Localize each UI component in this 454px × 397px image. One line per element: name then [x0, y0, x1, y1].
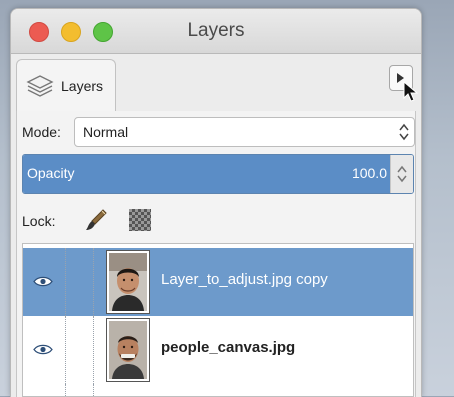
- opacity-value: 100.0: [351, 165, 387, 181]
- alpha-checkerboard-icon[interactable]: [129, 209, 151, 231]
- chain-separator: [65, 384, 66, 396]
- updown-chevron-icon: [397, 165, 407, 183]
- layers-stack-icon: [26, 75, 54, 97]
- portrait-thumbnail-icon: [109, 321, 147, 379]
- opacity-slider[interactable]: Opacity 100.0: [22, 154, 414, 194]
- tab-layers-label: Layers: [61, 78, 104, 94]
- opacity-fill: [23, 155, 392, 193]
- mode-label: Mode:: [22, 124, 61, 140]
- title-bar: Layers: [11, 9, 421, 54]
- lock-label: Lock:: [22, 213, 56, 229]
- tab-layers[interactable]: Layers: [16, 59, 116, 112]
- layer-row[interactable]: people_canvas.jpg: [23, 316, 413, 384]
- mode-row: Mode: Normal: [17, 117, 415, 147]
- portrait-thumbnail-icon: [109, 253, 147, 311]
- layer-thumbnail: [107, 319, 149, 381]
- layers-empty-area: [23, 384, 413, 396]
- mouse-pointer-icon: [403, 81, 419, 102]
- layer-name: Layer_to_adjust.jpg copy: [161, 271, 328, 288]
- paintbrush-icon[interactable]: [83, 207, 109, 233]
- eye-icon[interactable]: [33, 275, 53, 288]
- layers-window: Layers Layers Mode: Normal Opacity 100.0…: [10, 8, 422, 397]
- opacity-spin-buttons[interactable]: [390, 155, 413, 193]
- chain-separator: [65, 248, 66, 316]
- mode-select[interactable]: Normal: [74, 117, 415, 147]
- dock-tab-strip: Layers: [11, 54, 421, 112]
- mode-value: Normal: [83, 124, 129, 140]
- layers-panel: Mode: Normal Opacity 100.0 Lock: Layer_t…: [16, 111, 416, 397]
- chain-separator: [65, 316, 66, 384]
- layer-thumbnail: [107, 251, 149, 313]
- chain-separator: [93, 248, 94, 316]
- eye-icon[interactable]: [33, 343, 53, 356]
- window-title: Layers: [187, 20, 245, 41]
- layer-row[interactable]: Layer_to_adjust.jpg copy: [23, 248, 413, 316]
- layers-list: Layer_to_adjust.jpg copy people_canvas.j…: [22, 243, 414, 397]
- layer-name: people_canvas.jpg: [161, 339, 296, 356]
- chain-separator: [93, 384, 94, 396]
- opacity-label: Opacity: [27, 165, 75, 181]
- updown-chevron-icon: [399, 123, 409, 141]
- chain-separator: [93, 316, 94, 384]
- lock-row: Lock:: [17, 203, 415, 237]
